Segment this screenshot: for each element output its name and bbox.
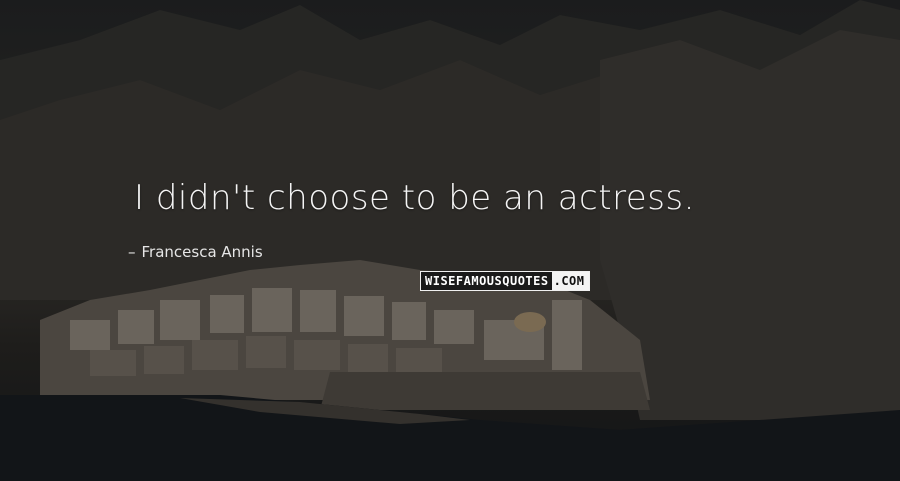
author-name: Francesca Annis: [141, 243, 263, 261]
coastal-town-background: [0, 0, 900, 481]
watermark-logo: WISEFAMOUSQUOTES .COM: [420, 271, 590, 291]
quote-image: I didn't choose to be an actress. – Franc…: [0, 0, 900, 481]
author-dash: –: [128, 243, 136, 261]
watermark-part1: WISEFAMOUSQUOTES: [421, 272, 552, 290]
quote-text: I didn't choose to be an actress.: [134, 178, 695, 218]
watermark-part2: .COM: [551, 272, 589, 290]
quote-author: – Francesca Annis: [128, 243, 263, 261]
